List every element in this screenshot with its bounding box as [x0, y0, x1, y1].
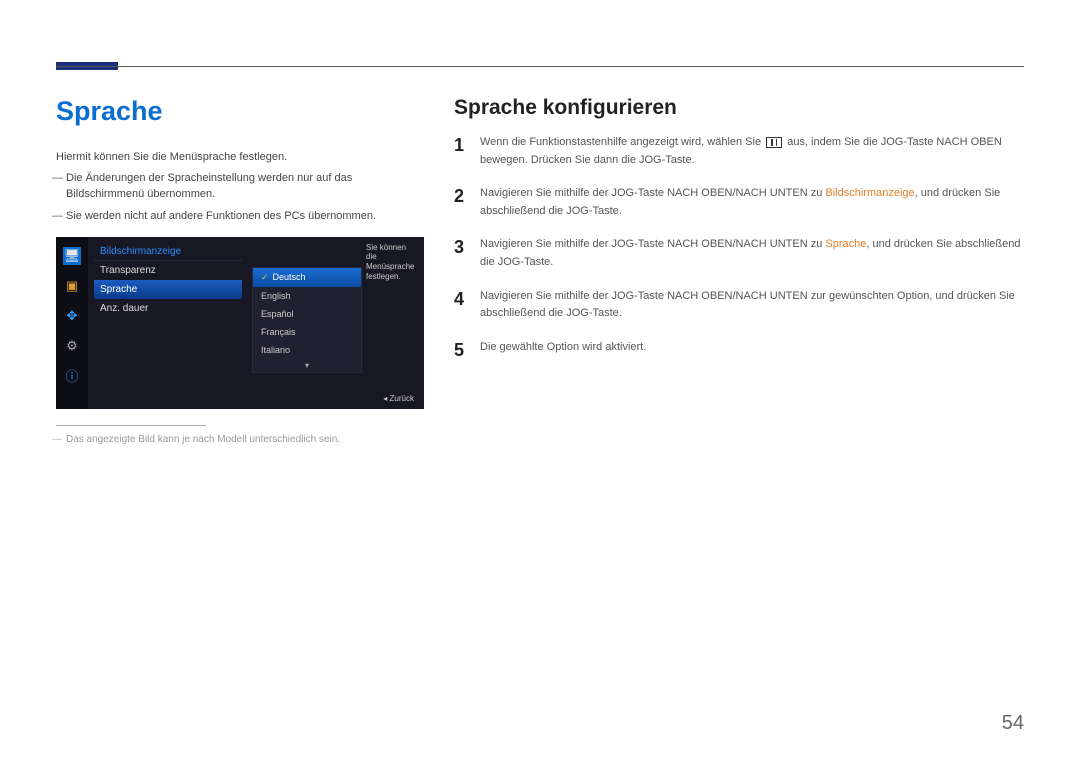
- step-text: Die gewählte Option wird aktiviert.: [480, 339, 646, 357]
- step-text: Navigieren Sie mithilfe der JOG-Taste NA…: [480, 236, 1024, 271]
- chevron-down-icon: ▾: [253, 359, 361, 372]
- info-icon: ⓘ: [63, 367, 81, 385]
- osd-hint: Sie können die Menüsprache festlegen.: [366, 243, 416, 281]
- osd-option-label: Deutsch: [273, 272, 306, 282]
- osd-back-label: Zurück: [383, 394, 414, 403]
- step-text-highlight: Sprache: [825, 238, 866, 250]
- menu-icon: [766, 137, 782, 148]
- step-text-pre: Wenn die Funktionstastenhilfe angezeigt …: [480, 136, 764, 148]
- step-number: 2: [454, 185, 468, 207]
- step-4: 4 Navigieren Sie mithilfe der JOG-Taste …: [454, 288, 1024, 323]
- gear-icon: ⚙: [63, 337, 81, 355]
- footnote: Das angezeigte Bild kann je nach Modell …: [56, 434, 424, 445]
- step-2: 2 Navigieren Sie mithilfe der JOG-Taste …: [454, 185, 1024, 220]
- picture-icon: ▣: [63, 277, 81, 295]
- step-text: Navigieren Sie mithilfe der JOG-Taste NA…: [480, 288, 1024, 323]
- osd-item-transparenz: Transparenz: [94, 261, 242, 280]
- osd-item-sprache: Sprache: [94, 280, 242, 299]
- subsection-title: Sprache konfigurieren: [454, 96, 1024, 120]
- monitor-icon: 🖥: [63, 247, 81, 265]
- osd-option-italiano: Italiano: [253, 341, 361, 359]
- step-number: 3: [454, 236, 468, 258]
- footnote-rule: [56, 425, 206, 426]
- note-2: Sie werden nicht auf andere Funktionen d…: [56, 209, 424, 225]
- section-title: Sprache: [56, 96, 424, 127]
- osd-option-english: English: [253, 287, 361, 305]
- step-text-pre: Navigieren Sie mithilfe der JOG-Taste NA…: [480, 187, 825, 199]
- header-rule: [56, 66, 1024, 67]
- right-column: Sprache konfigurieren 1 Wenn die Funktio…: [454, 96, 1024, 377]
- step-text-highlight: Bildschirmanzeige: [825, 187, 914, 199]
- step-number: 1: [454, 134, 468, 156]
- step-number: 5: [454, 339, 468, 361]
- step-3: 3 Navigieren Sie mithilfe der JOG-Taste …: [454, 236, 1024, 271]
- check-icon: ✓: [261, 272, 269, 282]
- osd-option-espanol: Español: [253, 305, 361, 323]
- osd-option-deutsch: ✓ Deutsch: [253, 268, 361, 287]
- osd-screenshot: 🖥 ▣ ✥ ⚙ ⓘ Bildschirmanzeige Transparenz …: [56, 237, 424, 409]
- step-text: Wenn die Funktionstastenhilfe angezeigt …: [480, 134, 1024, 169]
- navigate-icon: ✥: [63, 307, 81, 325]
- osd-sidebar: 🖥 ▣ ✥ ⚙ ⓘ: [56, 237, 88, 409]
- osd-option-francais: Français: [253, 323, 361, 341]
- note-1: Die Änderungen der Spracheinstellung wer…: [56, 171, 424, 203]
- page-number: 54: [1002, 712, 1024, 735]
- step-number: 4: [454, 288, 468, 310]
- osd-menu: Bildschirmanzeige Transparenz Sprache An…: [94, 243, 242, 318]
- osd-item-anzdauer: Anz. dauer: [94, 299, 242, 318]
- left-column: Sprache Hiermit können Sie die Menüsprac…: [56, 96, 424, 445]
- osd-menu-title: Bildschirmanzeige: [94, 243, 242, 261]
- step-5: 5 Die gewählte Option wird aktiviert.: [454, 339, 1024, 361]
- step-1: 1 Wenn die Funktionstastenhilfe angezeig…: [454, 134, 1024, 169]
- osd-submenu: ✓ Deutsch English Español Français Italia…: [252, 267, 362, 373]
- step-text-pre: Navigieren Sie mithilfe der JOG-Taste NA…: [480, 238, 825, 250]
- step-text: Navigieren Sie mithilfe der JOG-Taste NA…: [480, 185, 1024, 220]
- intro-text: Hiermit können Sie die Menüsprache festl…: [56, 151, 424, 163]
